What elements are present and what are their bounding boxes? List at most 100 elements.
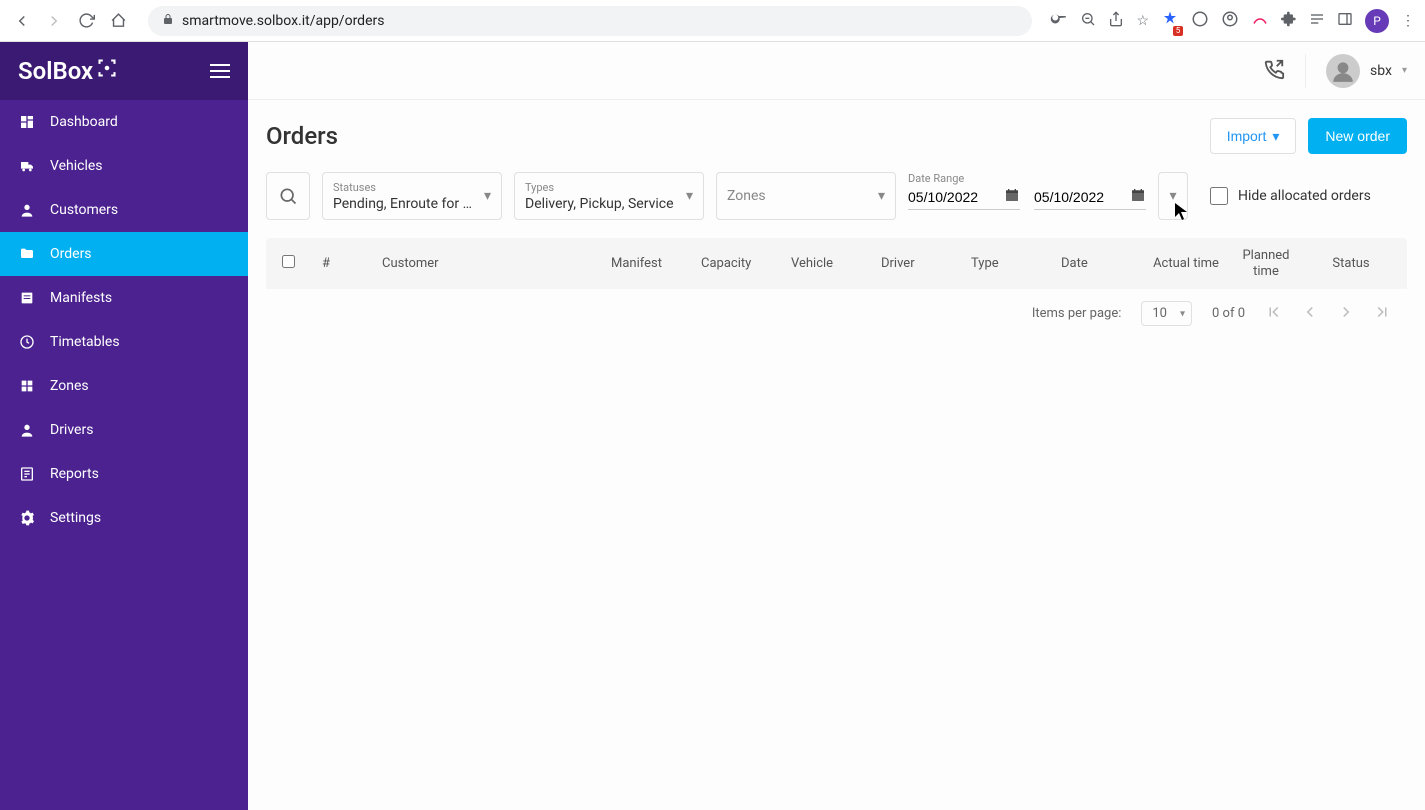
statuses-filter[interactable]: Statuses Pending, Enroute for del… ▾ <box>322 172 502 220</box>
user-name: sbx <box>1370 63 1392 79</box>
date-preset-dropdown[interactable]: ▾ <box>1158 172 1188 220</box>
date-to-input[interactable] <box>1034 187 1146 210</box>
date-from-field[interactable] <box>908 189 998 205</box>
extension-icon-4[interactable] <box>1251 10 1269 32</box>
sidebar-header: SolBox <box>0 42 248 100</box>
types-value: Delivery, Pickup, Service <box>525 196 693 212</box>
date-range-label: Date Range <box>908 172 1146 185</box>
menu-icon[interactable]: ⋮ <box>1401 13 1415 29</box>
sidebar-item-reports[interactable]: Reports <box>0 452 248 496</box>
main: sbx ▾ Orders Import ▾ New order <box>248 42 1425 810</box>
new-order-label: New order <box>1325 128 1390 144</box>
sidebar-item-settings[interactable]: Settings <box>0 496 248 540</box>
page-title: Orders <box>266 122 338 150</box>
items-per-page-select[interactable]: 10 ▾ <box>1141 301 1192 326</box>
col-capacity[interactable]: Capacity <box>701 256 781 271</box>
date-to-field[interactable] <box>1034 189 1124 205</box>
topbar: sbx ▾ <box>248 42 1425 100</box>
panel-icon[interactable] <box>1337 11 1353 31</box>
col-vehicle[interactable]: Vehicle <box>791 256 871 271</box>
profile-avatar[interactable]: P <box>1365 9 1389 33</box>
sidebar-item-orders[interactable]: Orders <box>0 232 248 276</box>
select-all-checkbox[interactable] <box>282 255 295 268</box>
user-menu[interactable]: sbx ▾ <box>1305 54 1407 88</box>
sidebar-item-vehicles[interactable]: Vehicles <box>0 144 248 188</box>
folder-icon <box>18 246 36 262</box>
calendar-icon[interactable] <box>1130 187 1146 207</box>
statuses-label: Statuses <box>333 181 491 194</box>
sidebar-item-label: Customers <box>50 202 118 218</box>
col-driver[interactable]: Driver <box>881 256 961 271</box>
extension-icon-1[interactable]: 5 <box>1161 10 1179 32</box>
chevron-down-icon: ▾ <box>878 188 885 204</box>
sidebar-toggle[interactable] <box>210 64 230 78</box>
paginator: Items per page: 10 ▾ 0 of 0 <box>266 289 1407 338</box>
extension-icon-3[interactable] <box>1221 10 1239 32</box>
reading-list-icon[interactable] <box>1309 11 1325 31</box>
dashboard-icon <box>18 114 36 130</box>
col-manifest[interactable]: Manifest <box>611 256 691 271</box>
statuses-value: Pending, Enroute for del… <box>333 196 491 212</box>
first-page-button[interactable] <box>1265 303 1283 325</box>
sidebar-item-label: Reports <box>50 466 99 482</box>
url-bar[interactable]: smartmove.solbox.it/app/orders <box>148 6 1032 36</box>
chevron-down-icon: ▾ <box>1402 65 1407 76</box>
col-customer[interactable]: Customer <box>382 256 601 271</box>
extension-icon-2[interactable] <box>1191 10 1209 32</box>
clock-icon <box>18 334 36 350</box>
paginator-range: 0 of 0 <box>1212 306 1245 321</box>
back-button[interactable] <box>10 9 34 33</box>
sidebar-item-manifests[interactable]: Manifests <box>0 276 248 320</box>
profile-initial: P <box>1373 14 1381 28</box>
hide-allocated-checkbox[interactable] <box>1210 187 1228 205</box>
extensions-icon[interactable] <box>1281 11 1297 31</box>
avatar-icon <box>1326 54 1360 88</box>
col-type[interactable]: Type <box>971 256 1051 271</box>
home-button[interactable] <box>106 9 130 33</box>
forward-button[interactable] <box>42 9 66 33</box>
sidebar-item-timetables[interactable]: Timetables <box>0 320 248 364</box>
zones-filter[interactable]: Zones ▾ <box>716 172 896 220</box>
sidebar: SolBox Dashboard Vehicles Customers Orde… <box>0 42 248 810</box>
url-text: smartmove.solbox.it/app/orders <box>182 13 384 29</box>
items-per-page-value: 10 <box>1152 306 1167 321</box>
sidebar-item-dashboard[interactable]: Dashboard <box>0 100 248 144</box>
col-number[interactable]: # <box>322 256 372 271</box>
import-label: Import <box>1227 128 1267 144</box>
import-button[interactable]: Import ▾ <box>1210 118 1297 154</box>
sidebar-item-zones[interactable]: Zones <box>0 364 248 408</box>
col-actual-time[interactable]: Actual time <box>1151 256 1221 272</box>
search-button[interactable] <box>266 172 310 220</box>
star-icon[interactable]: ☆ <box>1136 13 1149 29</box>
next-page-button[interactable] <box>1337 303 1355 325</box>
reload-button[interactable] <box>74 9 98 33</box>
browser-toolbar: smartmove.solbox.it/app/orders ☆ 5 <box>0 0 1425 42</box>
sidebar-item-customers[interactable]: Customers <box>0 188 248 232</box>
last-page-button[interactable] <box>1373 303 1391 325</box>
sidebar-item-label: Vehicles <box>50 158 103 174</box>
person-icon <box>18 202 36 218</box>
zoom-icon[interactable] <box>1080 11 1096 31</box>
sidebar-item-label: Manifests <box>50 290 112 306</box>
lock-icon <box>162 13 174 29</box>
new-order-button[interactable]: New order <box>1308 118 1407 154</box>
chevron-down-icon: ▾ <box>484 188 491 204</box>
prev-page-button[interactable] <box>1301 303 1319 325</box>
date-range-filter: Date Range <box>908 172 1146 220</box>
logo-text: SolBox <box>18 57 93 85</box>
share-icon[interactable] <box>1108 11 1124 31</box>
col-status[interactable]: Status <box>1311 256 1391 271</box>
date-from-input[interactable] <box>908 187 1020 210</box>
sidebar-item-label: Dashboard <box>50 114 118 130</box>
col-planned-time[interactable]: Planned time <box>1231 248 1301 279</box>
col-date[interactable]: Date <box>1061 256 1141 271</box>
sidebar-item-label: Settings <box>50 510 101 526</box>
calendar-icon[interactable] <box>1004 187 1020 207</box>
sidebar-item-drivers[interactable]: Drivers <box>0 408 248 452</box>
key-icon[interactable] <box>1050 10 1068 32</box>
types-label: Types <box>525 181 693 194</box>
map-icon <box>18 378 36 394</box>
phone-callback-icon[interactable] <box>1263 58 1285 84</box>
types-filter[interactable]: Types Delivery, Pickup, Service ▾ <box>514 172 704 220</box>
extension-badge: 5 <box>1173 26 1183 36</box>
